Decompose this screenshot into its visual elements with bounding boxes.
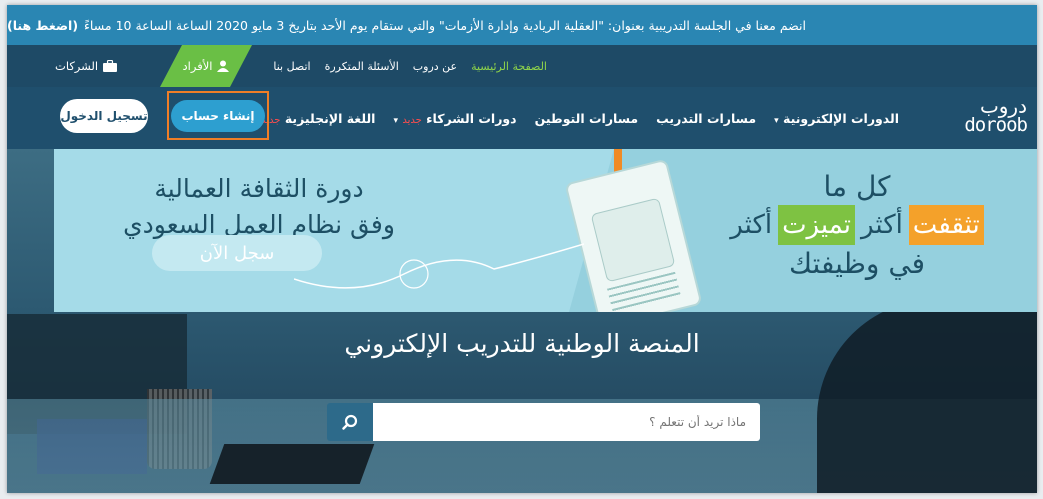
- create-account-highlight: إنشاء حساب: [167, 91, 269, 140]
- hero-section: كل ما تثقفت أكثر تميزت أكثر في وظيفتك دو…: [7, 149, 1037, 493]
- user-icon: [217, 60, 229, 72]
- companies-tab[interactable]: الشركات: [55, 45, 118, 87]
- hero-title: المنصة الوطنية للتدريب الإلكتروني: [344, 329, 700, 358]
- login-button[interactable]: تسجيل الدخول: [60, 99, 148, 133]
- logo-arabic: دروب: [979, 94, 1027, 118]
- browser-frame: انضم معنا في الجلسة التدريبية بعنوان: "ا…: [7, 5, 1037, 493]
- menu-item-english[interactable]: اللغة الإنجليزية جديد: [261, 111, 375, 126]
- background-keyboard: [209, 444, 375, 484]
- top-link-faq[interactable]: الأسئلة المتكررة: [325, 60, 399, 73]
- top-link-contact[interactable]: اتصل بنا: [273, 60, 310, 73]
- announcement-cta-link[interactable]: (اضغط هنا): [7, 18, 78, 33]
- main-nav: دروب doroob الدورات الإلكترونية ▾ مسارات…: [7, 87, 1037, 149]
- individuals-tab[interactable]: الأفراد: [160, 45, 252, 87]
- top-link-about[interactable]: عن دروب: [413, 60, 457, 73]
- doroob-logo[interactable]: دروب doroob: [957, 94, 1028, 137]
- promo-banner[interactable]: كل ما تثقفت أكثر تميزت أكثر في وظيفتك دو…: [54, 149, 1037, 312]
- create-account-button[interactable]: إنشاء حساب: [171, 99, 265, 132]
- register-now-button[interactable]: سجل الآن: [152, 235, 322, 271]
- search-icon: [342, 414, 358, 430]
- top-link-home[interactable]: الصفحة الرئيسية: [471, 60, 547, 73]
- main-menu: الدورات الإلكترونية ▾ مسارات التدريب مسا…: [261, 87, 899, 149]
- briefcase-icon: [103, 60, 118, 72]
- announcement-text: انضم معنا في الجلسة التدريبية بعنوان: "ا…: [84, 17, 806, 33]
- search-bar: [327, 403, 760, 441]
- top-nav: الصفحة الرئيسية عن دروب الأسئلة المتكررة…: [7, 45, 1037, 87]
- menu-item-elearning[interactable]: الدورات الإلكترونية ▾: [774, 111, 899, 126]
- announcement-bar[interactable]: انضم معنا في الجلسة التدريبية بعنوان: "ا…: [7, 5, 1037, 45]
- search-button[interactable]: [327, 403, 373, 441]
- companies-label: الشركات: [55, 59, 99, 73]
- logo-latin: doroob: [964, 114, 1028, 136]
- top-links: الصفحة الرئيسية عن دروب الأسئلة المتكررة…: [273, 45, 547, 87]
- menu-item-partner-courses[interactable]: دورات الشركاء جديد ▾: [393, 111, 516, 126]
- menu-item-localization-paths[interactable]: مسارات التوطين: [535, 111, 639, 126]
- new-badge: جديد: [402, 114, 422, 126]
- banner-slogan: كل ما تثقفت أكثر تميزت أكثر في وظيفتك: [730, 169, 984, 283]
- search-input[interactable]: [373, 403, 760, 441]
- menu-item-training-paths[interactable]: مسارات التدريب: [656, 111, 756, 126]
- individuals-label: الأفراد: [182, 59, 213, 73]
